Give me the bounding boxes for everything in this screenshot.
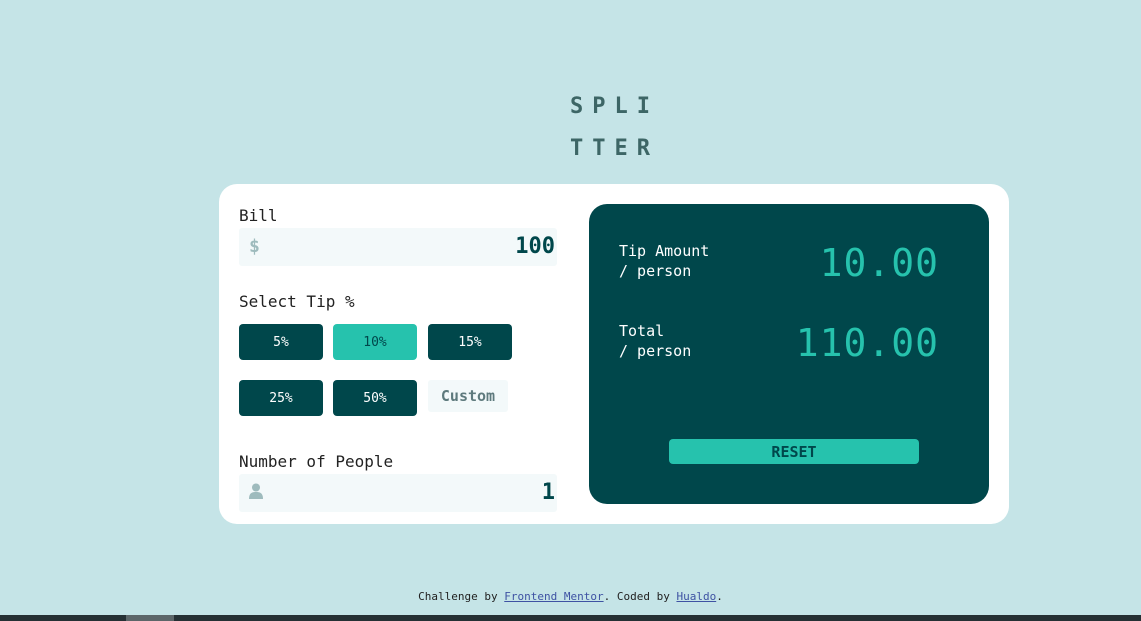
tip-amount-label-line-1: Tip Amount xyxy=(619,242,710,260)
total-label: Total / person xyxy=(619,321,691,361)
total-label-line-1: Total xyxy=(619,322,665,340)
people-input[interactable]: 1 xyxy=(239,474,557,512)
logo-line-1: SPLI xyxy=(570,94,659,119)
person-icon xyxy=(249,483,263,504)
logo: SPLI TTER xyxy=(570,86,680,170)
scrollbar-thumb[interactable] xyxy=(126,615,174,621)
bill-label: Bill xyxy=(239,206,278,225)
people-value: 1 xyxy=(541,480,555,505)
footer-middle: . Coded by xyxy=(603,590,677,603)
tip-50-button[interactable]: 50% xyxy=(333,380,417,416)
tip-custom-input[interactable]: Custom xyxy=(428,380,508,412)
dollar-icon: $ xyxy=(249,236,260,257)
tip-amount-value: 10.00 xyxy=(819,241,939,285)
results-panel: Tip Amount / person 10.00 Total / person… xyxy=(589,204,989,504)
logo-line-2: TTER xyxy=(570,136,659,161)
tip-10-button[interactable]: 10% xyxy=(333,324,417,360)
footer: Challenge by Frontend Mentor. Coded by H… xyxy=(0,590,1141,603)
tip-25-button[interactable]: 25% xyxy=(239,380,323,416)
tip-amount-label: Tip Amount / person xyxy=(619,241,709,281)
bill-value: 100 xyxy=(515,234,555,259)
select-tip-label: Select Tip % xyxy=(239,292,355,311)
reset-button[interactable]: RESET xyxy=(669,439,919,464)
total-value: 110.00 xyxy=(795,321,939,365)
tip-15-button[interactable]: 15% xyxy=(428,324,512,360)
tip-amount-label-line-2: / person xyxy=(619,262,692,280)
total-label-line-2: / person xyxy=(619,342,692,360)
bill-input[interactable]: $ 100 xyxy=(239,228,557,266)
author-link[interactable]: Hualdo xyxy=(676,590,716,603)
footer-prefix: Challenge by xyxy=(418,590,505,603)
people-label: Number of People xyxy=(239,452,394,471)
horizontal-scrollbar[interactable] xyxy=(0,615,1141,621)
calculator-card: Bill $ 100 Select Tip % 5% 10% 15% 25% 5… xyxy=(219,184,1009,524)
tip-5-button[interactable]: 5% xyxy=(239,324,323,360)
frontend-mentor-link[interactable]: Frontend Mentor xyxy=(504,590,603,603)
footer-suffix: . xyxy=(716,590,723,603)
